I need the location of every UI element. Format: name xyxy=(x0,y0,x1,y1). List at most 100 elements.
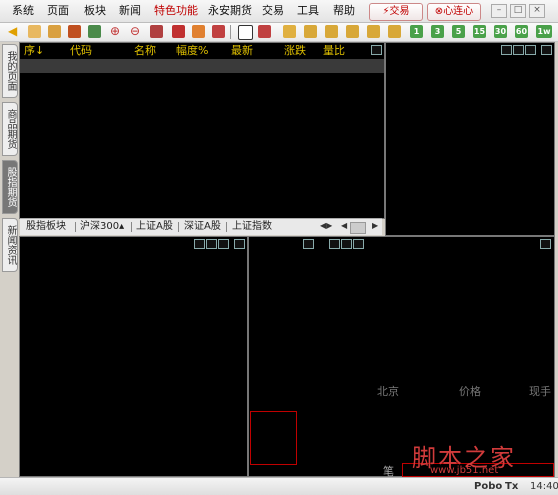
col-change[interactable]: 涨跌 xyxy=(284,44,306,57)
panel-layout-icon[interactable] xyxy=(218,239,229,249)
current-volume-label: 现手 xyxy=(529,385,551,398)
table-row[interactable] xyxy=(20,59,384,73)
sidebar: 我的页面 商品期货 股指期货 新闻资讯 xyxy=(0,42,18,476)
panel-layout-icon[interactable] xyxy=(341,239,352,249)
draw-icon[interactable] xyxy=(172,25,185,38)
caret-up-icon: ▴ xyxy=(119,221,125,232)
zoom-out-icon[interactable]: ⊖ xyxy=(130,25,143,38)
col-name[interactable]: 名称 xyxy=(134,44,156,57)
zoom-in-icon[interactable]: ⊕ xyxy=(110,25,123,38)
trade-button[interactable]: ⚡交易 xyxy=(369,3,423,21)
news-icon[interactable] xyxy=(325,25,338,38)
period-3min-button[interactable]: 3 xyxy=(431,25,444,38)
panel-maximize-icon[interactable] xyxy=(371,45,382,55)
panel-controls xyxy=(194,239,246,249)
tab-divider xyxy=(75,222,76,232)
menu-sector[interactable]: 板块 xyxy=(84,3,106,19)
alert-icon[interactable] xyxy=(192,25,205,38)
period-15min-button[interactable]: 15 xyxy=(473,25,486,38)
minimize-icon[interactable]: – xyxy=(491,4,507,18)
back-arrow-icon[interactable]: ◀ xyxy=(8,25,21,38)
scroll-prev-icon[interactable]: ◀ xyxy=(341,221,347,230)
tab-sz-a-shares[interactable]: 深证A股 xyxy=(184,220,221,234)
book-icon[interactable] xyxy=(48,25,61,38)
f10-icon[interactable] xyxy=(283,25,296,38)
tab-hs300[interactable]: 沪深300▴ xyxy=(80,220,124,234)
col-last[interactable]: 最新 xyxy=(231,44,253,57)
period-week-button[interactable]: 1w xyxy=(536,25,552,38)
lightning-icon: ⚡ xyxy=(382,6,390,17)
panel-maximize-icon[interactable] xyxy=(234,239,245,249)
sidebar-tab-commodity-futures[interactable]: 商品期货 xyxy=(2,102,18,156)
period-5min-button[interactable]: 5 xyxy=(452,25,465,38)
period-1min-button[interactable]: 1 xyxy=(410,25,423,38)
watermark-url: www.jb51.net xyxy=(430,465,499,476)
scroll-left-icon[interactable]: ◀▶ xyxy=(320,221,332,230)
toolbar-divider xyxy=(230,25,231,39)
panel-maximize-icon[interactable] xyxy=(541,45,552,55)
menu-news[interactable]: 新闻 xyxy=(119,3,141,19)
menu-system[interactable]: 系统 xyxy=(12,3,34,19)
panel-controls xyxy=(303,239,365,249)
home-icon[interactable] xyxy=(28,25,41,38)
menu-help[interactable]: 帮助 xyxy=(333,3,355,19)
menu-yongan-futures[interactable]: 永安期货 xyxy=(208,3,252,19)
tab-divider xyxy=(178,222,179,232)
tab-index-sector[interactable]: 股指板块 xyxy=(26,220,66,234)
brand-label: Pobo xyxy=(474,481,503,492)
scroll-next-icon[interactable]: ▶ xyxy=(372,221,378,230)
settings-icon[interactable] xyxy=(388,25,401,38)
highlight-box xyxy=(250,411,297,465)
status-bar: Pobo Tx 14:40 xyxy=(0,477,558,495)
panel-layout-icon[interactable] xyxy=(525,45,536,55)
info-icon[interactable] xyxy=(304,25,317,38)
location-label: 北京 xyxy=(377,385,399,398)
tab-sh-index[interactable]: 上证指数 xyxy=(232,220,272,234)
period-30min-button[interactable]: 30 xyxy=(494,25,507,38)
sidebar-tab-news[interactable]: 新闻资讯 xyxy=(2,218,18,272)
report-icon[interactable] xyxy=(68,25,81,38)
tab-divider xyxy=(131,222,132,232)
signal-icon: Tx xyxy=(505,481,519,492)
clock-time: 14:40 xyxy=(530,481,558,492)
price-label: 价格 xyxy=(459,385,481,398)
tab-sh-a-shares[interactable]: 上证A股 xyxy=(136,220,173,234)
panel-layout-icon[interactable] xyxy=(501,45,512,55)
menu-trade[interactable]: 交易 xyxy=(262,3,284,19)
close-icon[interactable]: × xyxy=(529,4,545,18)
tab-divider xyxy=(226,222,227,232)
panel-layout-icon[interactable] xyxy=(513,45,524,55)
col-change-pct[interactable]: 幅度% xyxy=(176,44,208,57)
refresh-icon[interactable] xyxy=(88,25,101,38)
period-60min-button[interactable]: 60 xyxy=(515,25,528,38)
panel-controls xyxy=(501,45,553,55)
menu-page[interactable]: 页面 xyxy=(47,3,69,19)
panel-maximize-icon[interactable] xyxy=(540,239,551,249)
toolbar: ◀ ⊕ ⊖ 1 3 5 15 30 60 1w xyxy=(0,23,558,42)
tool-icon[interactable] xyxy=(212,25,225,38)
menu-tools[interactable]: 工具 xyxy=(297,3,319,19)
chart-icon[interactable] xyxy=(150,25,163,38)
panel-layout-icon[interactable] xyxy=(206,239,217,249)
panel-layout-icon[interactable] xyxy=(303,239,314,249)
calendar-icon[interactable] xyxy=(346,25,359,38)
menu-bar: 系统 页面 板块 新闻 特色功能 永安期货 交易 工具 帮助 ⚡交易 ⊗心连心 … xyxy=(0,0,558,23)
panel-layout-icon[interactable] xyxy=(329,239,340,249)
connect-button[interactable]: ⊗心连心 xyxy=(427,3,481,21)
panel-layout-icon[interactable] xyxy=(353,239,364,249)
bottom-left-panel xyxy=(19,236,248,477)
sidebar-tab-index-futures[interactable]: 股指期货 xyxy=(2,160,18,214)
connect-icon: ⊗ xyxy=(434,6,444,17)
table-view-icon[interactable] xyxy=(238,25,253,40)
menu-features[interactable]: 特色功能 xyxy=(154,3,198,19)
notes-icon[interactable] xyxy=(367,25,380,38)
col-volume-ratio[interactable]: 量比 xyxy=(323,44,345,57)
panel-layout-icon[interactable] xyxy=(194,239,205,249)
maximize-icon[interactable]: □ xyxy=(510,4,526,18)
tab-scrollbar[interactable] xyxy=(350,222,366,234)
kline-icon[interactable] xyxy=(258,25,271,38)
col-seq[interactable]: 序↓ xyxy=(24,44,44,57)
sidebar-tab-my-pages[interactable]: 我的页面 xyxy=(2,44,18,98)
market-tab-strip: 股指板块 沪深300▴ 上证A股 深证A股 上证指数 ◀▶ ◀ ▶ xyxy=(20,218,382,235)
col-code[interactable]: 代码 xyxy=(70,44,92,57)
